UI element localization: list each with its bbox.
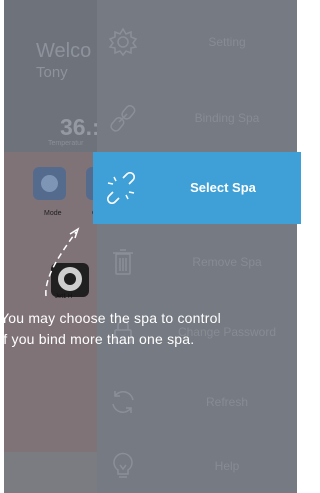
temperature-label: Temperatur: [48, 140, 84, 147]
menu-item-help[interactable]: Help: [97, 436, 297, 493]
menu-label: Select Spa: [190, 180, 256, 195]
tooltip-line-1: You may choose the spa to control: [0, 310, 221, 326]
jet-button[interactable]: [51, 263, 89, 297]
gear-icon: [108, 27, 138, 57]
menu-item-binding-spa[interactable]: Binding Spa: [97, 88, 297, 148]
temperature-value: 36.:: [60, 114, 100, 140]
broken-link-icon: [106, 172, 136, 204]
menu-item-setting[interactable]: Setting: [97, 12, 297, 72]
mode-label: Mode: [44, 210, 62, 217]
app-footer: [4, 452, 97, 493]
user-name: Tony: [36, 64, 68, 81]
menu-label: Refresh: [205, 395, 249, 409]
trash-icon: [113, 249, 133, 275]
guide-tooltip: You may choose the spa to control if you…: [0, 308, 301, 350]
lightbulb-icon: [113, 452, 133, 478]
link-icon: [110, 104, 136, 132]
menu-item-remove-spa[interactable]: Remove Spa: [97, 232, 297, 292]
welcome-text: Welco: [36, 40, 92, 62]
menu-label: Help: [214, 459, 240, 473]
mode-icon: [41, 175, 58, 192]
app-screen: Welco Tony 36.: Temperatur Mode C Jet1 H…: [4, 0, 297, 493]
menu-item-refresh[interactable]: Refresh: [97, 372, 297, 432]
refresh-icon: [112, 391, 134, 413]
tooltip-line-2: if you bind more than one spa.: [0, 331, 195, 347]
mode-button[interactable]: [33, 167, 66, 200]
side-menu: Setting Binding Spa Remove Spa Change Pa…: [97, 0, 297, 493]
menu-item-select-spa[interactable]: Select Spa: [93, 152, 301, 224]
menu-label: Setting: [208, 35, 246, 49]
menu-label: Binding Spa: [194, 111, 260, 125]
jet-icon: [58, 267, 82, 291]
menu-label: Remove Spa: [192, 255, 262, 269]
jet-label: Jet1 H: [55, 294, 73, 300]
